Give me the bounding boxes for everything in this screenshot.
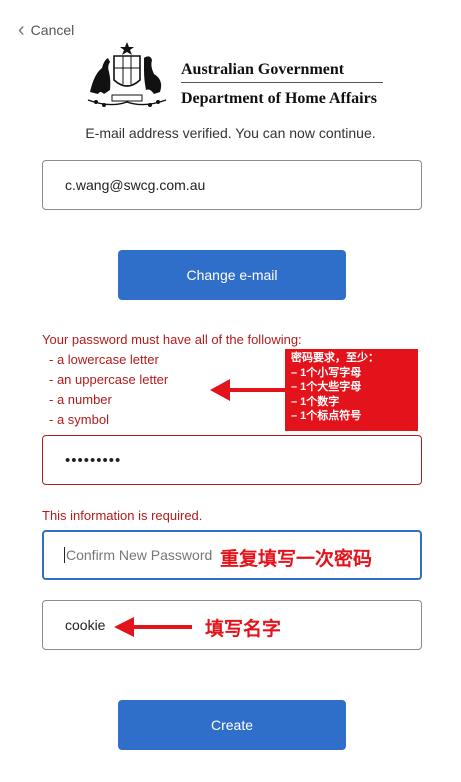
change-email-button[interactable]: Change e-mail: [118, 250, 346, 300]
email-value: c.wang@swcg.com.au: [65, 177, 206, 193]
header-divider: [181, 82, 383, 83]
red-arrow-icon: [114, 617, 192, 637]
password-requirements-header: Your password must have all of the follo…: [42, 332, 302, 347]
password-field[interactable]: •••••••••: [42, 435, 422, 485]
text-caret: [64, 547, 65, 563]
gov-title: Australian Government: [181, 61, 345, 78]
coat-of-arms-crest: [87, 42, 167, 107]
requirement-symbol: - a symbol: [49, 412, 109, 427]
confirm-annotation: 重复填写一次密码: [220, 549, 373, 570]
confirm-password-placeholder: Confirm New Password: [66, 547, 213, 563]
email-field[interactable]: c.wang@swcg.com.au: [42, 160, 422, 210]
required-error-message: This information is required.: [42, 508, 203, 523]
create-button[interactable]: Create: [118, 700, 346, 750]
department-name: Department of Home Affairs: [181, 90, 377, 107]
requirement-lowercase: - a lowercase letter: [49, 352, 159, 367]
requirement-uppercase: - an uppercase letter: [49, 372, 169, 387]
name-value: cookie: [65, 617, 106, 633]
password-annotation-box: 密码要求，至少： – 1个小写字母 – 1个大些字母 – 1个数字 – 1个标点…: [285, 349, 418, 431]
cancel-label: Cancel: [30, 22, 75, 38]
back-chevron-icon: ‹: [18, 19, 25, 41]
annotation-line: 密码要求，至少：: [291, 352, 379, 364]
password-masked-value: •••••••••: [65, 451, 122, 469]
status-message: E-mail address verified. You can now con…: [85, 125, 376, 141]
annotation-line: – 1个大些字母: [291, 381, 362, 393]
annotation-line: – 1个数字: [291, 395, 340, 408]
red-arrow-icon: [210, 379, 286, 401]
requirement-number: - a number: [49, 392, 112, 407]
cancel-button[interactable]: ‹ Cancel: [18, 19, 75, 41]
annotation-line: – 1个小写字母: [291, 366, 362, 379]
annotation-line: – 1个标点符号: [291, 410, 362, 422]
name-annotation: 填写名字: [205, 619, 282, 640]
